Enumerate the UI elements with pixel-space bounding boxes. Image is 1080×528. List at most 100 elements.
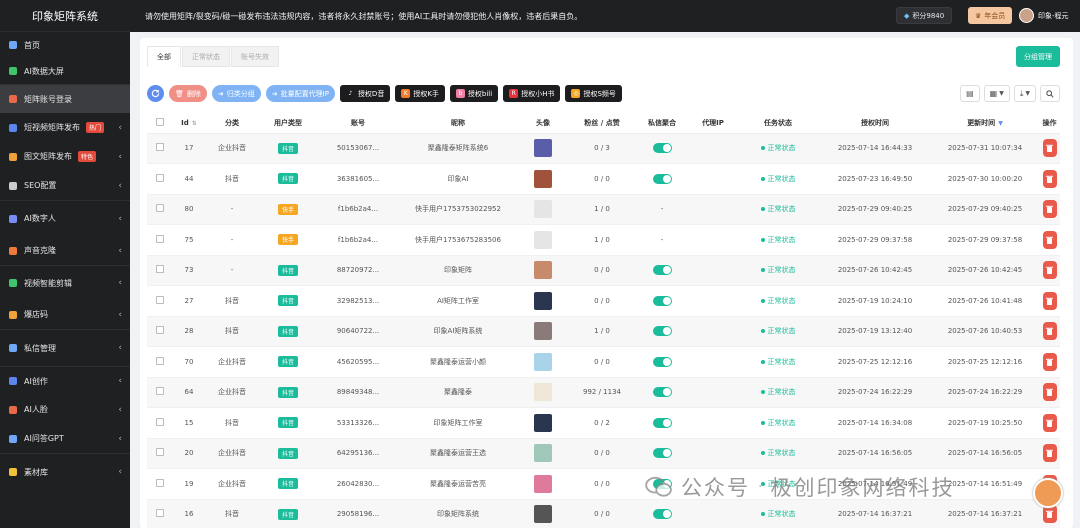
table-row[interactable]: 44 抖音 抖音 36381605... 印象AI 0 / 0 正常状态 2025-07-23… (147, 163, 1060, 195)
row-select-cell[interactable] (147, 468, 173, 500)
col-id[interactable]: Id ⇅ (173, 114, 205, 134)
row-delete-button[interactable] (1042, 383, 1057, 402)
refresh-button[interactable] (147, 85, 164, 102)
sidebar-item-image[interactable]: 图文矩阵发布 特色 ‹ (0, 142, 130, 171)
table-row[interactable]: 16 抖音 抖音 29058196... 印象矩阵系统 0 / 0 正常状态 2025-07-… (147, 499, 1060, 528)
auth-kuaishou-button[interactable]: K 授权K手 (395, 85, 445, 102)
group-manage-button[interactable]: 分组管理 (1016, 46, 1060, 67)
row-delete-button[interactable] (1042, 200, 1057, 219)
row-select-cell[interactable] (147, 407, 173, 439)
auth-xhs-button[interactable]: R 授权小H书 (503, 85, 561, 102)
sidebar-item-shuffle[interactable]: 矩阵账号登录 (0, 84, 130, 113)
dm-toggle[interactable] (652, 326, 672, 337)
table-row[interactable]: 64 企业抖音 抖音 89849348... 聚鑫隆泰 992 / 1134 正常状态 202… (147, 377, 1060, 408)
table-row[interactable]: 28 抖音 抖音 90640722... 印象AI矩阵系统 1 / 0 正常状态 2025-0… (147, 316, 1060, 347)
delete-button[interactable]: 🗑 删除 (169, 85, 207, 102)
dm-toggle[interactable] (652, 509, 672, 520)
user-avatar[interactable] (1019, 8, 1034, 23)
row-checkbox[interactable] (156, 234, 164, 243)
columns-button[interactable]: ▦ ▼ (983, 85, 1010, 102)
row-select-cell[interactable] (147, 499, 173, 528)
auth-bili-button[interactable]: b 授权bili (449, 85, 499, 102)
user-name[interactable]: 印象-程元 (1038, 11, 1069, 21)
row-checkbox[interactable] (156, 478, 164, 487)
dm-toggle[interactable] (652, 387, 672, 398)
row-delete-button[interactable] (1042, 139, 1057, 158)
sidebar-item-voice[interactable]: 声音克隆 ‹ (0, 236, 130, 265)
table-row[interactable]: 15 抖音 抖音 53313326... 印象矩阵工作室 0 / 2 正常状态 2025-07… (147, 407, 1060, 439)
row-select-cell[interactable] (147, 133, 173, 164)
dm-toggle[interactable] (652, 356, 672, 367)
sidebar-item-video[interactable]: 短视频矩阵发布 热门 ‹ (0, 113, 130, 142)
table-row[interactable]: 17 企业抖音 抖音 50153067... 聚鑫隆泰矩阵系统6 0 / 3 正常状态 202… (147, 133, 1060, 164)
row-checkbox[interactable] (156, 326, 164, 335)
dm-toggle[interactable] (652, 265, 672, 276)
table-row[interactable]: 27 抖音 抖音 32982513... AI矩阵工作室 0 / 0 正常状态 2025-07… (147, 285, 1060, 317)
row-select-cell[interactable] (147, 285, 173, 317)
table-row[interactable]: 73- 抖音 88720972... 印象矩阵 0 / 0 正常状态 2025-07-26 … (147, 255, 1060, 286)
auth-shipin-button[interactable]: ◎ 授权S频号 (565, 85, 622, 102)
tab-normal[interactable]: 正常状态 (182, 46, 230, 67)
row-select-cell[interactable] (147, 224, 173, 256)
sidebar-item-message[interactable]: 私信管理 ‹ (0, 329, 130, 366)
row-checkbox[interactable] (156, 417, 164, 426)
row-checkbox[interactable] (156, 204, 164, 213)
sidebar-item-chat[interactable]: AI问答GPT ‹ (0, 424, 130, 453)
row-checkbox[interactable] (156, 356, 164, 365)
auth-douyin-button[interactable]: ♪ 授权D音 (339, 85, 391, 102)
row-select-cell[interactable] (147, 255, 173, 286)
row-delete-button[interactable] (1042, 413, 1057, 432)
row-select-cell[interactable] (147, 163, 173, 195)
row-checkbox[interactable] (156, 295, 164, 304)
col-update-time[interactable]: 更新时间 ▼ (931, 114, 1039, 134)
row-delete-button[interactable] (1042, 322, 1057, 341)
row-delete-button[interactable] (1042, 291, 1057, 310)
dm-toggle[interactable] (652, 417, 672, 428)
row-delete-button[interactable] (1042, 261, 1057, 280)
row-delete-button[interactable] (1042, 230, 1057, 249)
row-select-cell[interactable] (147, 377, 173, 408)
row-select-cell[interactable] (147, 438, 173, 469)
sidebar-item-gear[interactable]: SEO配置 ‹ (0, 171, 130, 200)
sidebar-item-screen[interactable]: AI数据大屏 (0, 58, 130, 84)
row-checkbox[interactable] (156, 143, 164, 152)
row-checkbox[interactable] (156, 448, 164, 457)
dm-toggle[interactable] (652, 173, 672, 184)
proxy-button[interactable]: ➔ 批量配置代理IP (265, 85, 335, 102)
floating-assistant-button[interactable] (1033, 478, 1063, 508)
row-checkbox[interactable] (156, 509, 164, 518)
sidebar-item-pie-chart[interactable]: 首页 (0, 32, 130, 58)
sidebar-item-folder[interactable]: 素材库 ‹ (0, 453, 130, 490)
row-select-cell[interactable] (147, 316, 173, 347)
dm-toggle[interactable] (652, 143, 672, 154)
tab-all[interactable]: 全部 (147, 46, 181, 67)
sidebar-item-face[interactable]: AI人脸 ‹ (0, 395, 130, 424)
export-button[interactable]: ⤓ ▼ (1013, 85, 1036, 102)
row-delete-button[interactable] (1042, 352, 1057, 371)
dm-toggle[interactable] (652, 448, 672, 459)
select-all-checkbox[interactable] (156, 118, 164, 127)
table-row[interactable]: 80- 快手 f1b6b2a4... 快手用户1753753022952 1 / 0-正… (147, 194, 1060, 225)
tab-invalid[interactable]: 账号失效 (231, 46, 279, 67)
table-row[interactable]: 70 企业抖音 抖音 45620595... 聚鑫隆泰运营小颜 0 / 0 正常状态 2025… (147, 346, 1060, 378)
row-checkbox[interactable] (156, 387, 164, 396)
row-delete-button[interactable] (1042, 169, 1057, 188)
table-row[interactable]: 75- 快手 f1b6b2a4... 快手用户1753675283506 1 / 0-正… (147, 224, 1060, 256)
row-select-cell[interactable] (147, 194, 173, 225)
row-delete-button[interactable] (1042, 444, 1057, 463)
sidebar-item-qrcode[interactable]: 爆店码 ‹ (0, 300, 130, 329)
row-select-cell[interactable] (147, 346, 173, 378)
search-button[interactable] (1040, 85, 1060, 102)
select-all-cell[interactable] (147, 114, 173, 134)
row-checkbox[interactable] (156, 265, 164, 274)
sidebar-item-pen[interactable]: AI创作 ‹ (0, 366, 130, 395)
dm-toggle[interactable] (652, 295, 672, 306)
sidebar-item-clip[interactable]: 视频智能剪辑 ‹ (0, 265, 130, 300)
toggle-view-button[interactable]: ▤ (960, 85, 980, 102)
row-delete-button[interactable] (1042, 505, 1057, 524)
points-badge[interactable]: ◆ 积分9840 (896, 7, 953, 24)
table-row[interactable]: 20 企业抖音 抖音 64295136... 聚鑫隆泰运营王选 0 / 0 正常状态 2025… (147, 438, 1060, 469)
row-checkbox[interactable] (156, 173, 164, 182)
group-button[interactable]: ➔ 归类分组 (211, 85, 261, 102)
vip-badge[interactable]: ♛ 年会员 (968, 7, 1013, 24)
